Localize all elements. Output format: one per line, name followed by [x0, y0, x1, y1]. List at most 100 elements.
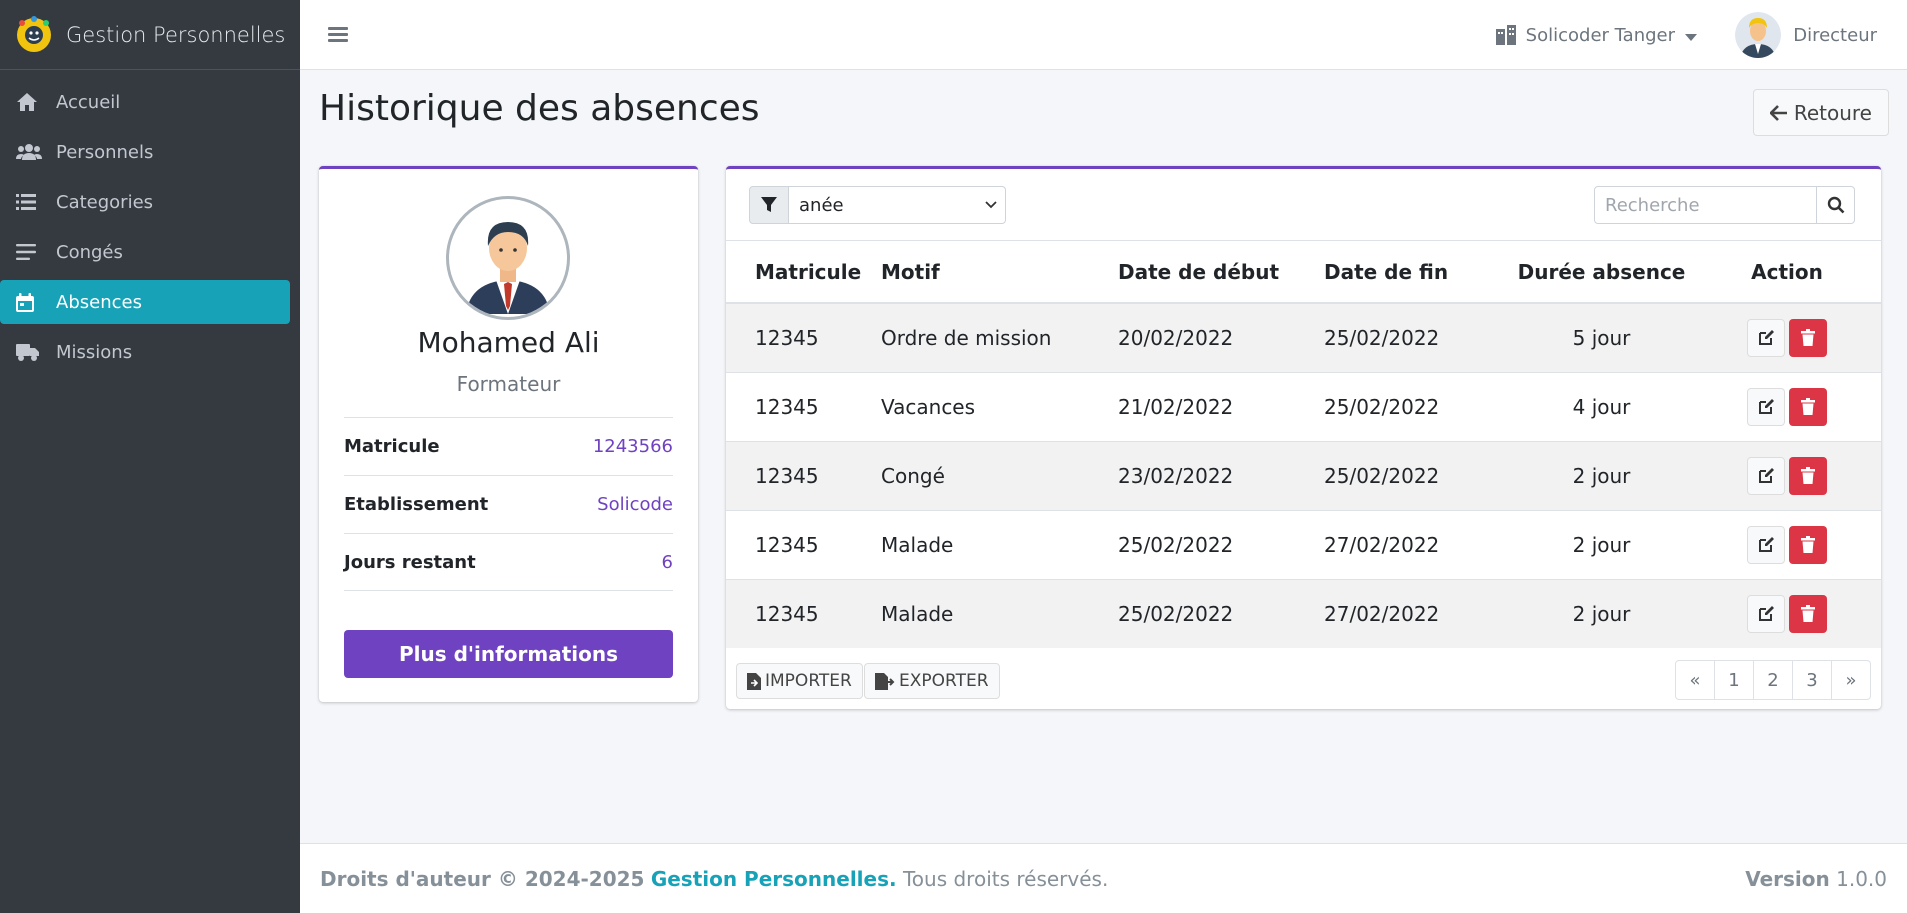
table-row: 12345 Vacances 21/02/2022 25/02/2022 4 jour [726, 371, 1881, 441]
edit-icon [1758, 399, 1774, 414]
sidebar-item-label: Accueil [56, 91, 121, 113]
version-info: Version 1.0.0 [1745, 867, 1887, 891]
delete-button[interactable] [1789, 318, 1827, 357]
sidebar-item-missions[interactable]: Missions [0, 330, 290, 374]
year-select[interactable]: anée [789, 186, 1006, 224]
truck-icon [16, 342, 46, 362]
edit-icon [1758, 537, 1774, 552]
top-navbar: Solicoder Tanger Directeur [300, 0, 1907, 70]
footer-brand-link[interactable]: Gestion Personnelles. [651, 867, 897, 891]
edit-button[interactable] [1747, 525, 1785, 564]
info-value: 6 [661, 551, 673, 573]
user-role: Directeur [1793, 24, 1877, 46]
column-header: Action [1693, 241, 1881, 304]
user-menu[interactable]: Directeur [1735, 0, 1877, 70]
page-prev[interactable]: « [1675, 660, 1715, 700]
absences-table: Matricule Motif Date de début Date de fi… [726, 241, 1881, 648]
table-toolbar: anée [726, 169, 1881, 241]
arrow-left-icon [1769, 104, 1787, 121]
cell-duree: 2 jour [1510, 509, 1693, 579]
sidebar-item-categories[interactable]: Categories [0, 180, 290, 224]
import-button[interactable]: IMPORTER [736, 663, 863, 699]
list-icon [16, 193, 46, 211]
back-button[interactable]: Retoure [1752, 89, 1889, 136]
cell-motif: Congé [881, 440, 1118, 510]
file-import-icon [747, 672, 761, 690]
table-footer: IMPORTER EXPORTER « 1 2 3 » [726, 647, 1881, 709]
profile-name: Mohamed Ali [417, 326, 600, 359]
column-header: Durée absence [1510, 241, 1693, 304]
copyright-text: Droits d'auteur © 2024-2025 [320, 866, 645, 891]
version-number: 1.0.0 [1836, 866, 1887, 891]
page-1[interactable]: 1 [1714, 660, 1754, 700]
cell-date-fin: 25/02/2022 [1324, 302, 1510, 372]
cell-date-debut: 25/02/2022 [1118, 578, 1324, 648]
table-header-row: Matricule Motif Date de début Date de fi… [726, 241, 1881, 304]
cell-actions [1693, 371, 1881, 441]
edit-icon [1758, 468, 1774, 483]
pagination: « 1 2 3 » [1675, 660, 1871, 700]
delete-button[interactable] [1789, 456, 1827, 495]
cell-duree: 2 jour [1510, 440, 1693, 510]
sidebar-item-label: Missions [56, 341, 133, 363]
profile-info-list: Matricule 1243566 Etablissement Solicode… [344, 417, 673, 591]
trash-icon [1801, 605, 1815, 623]
edit-icon [1758, 330, 1774, 346]
delete-button[interactable] [1789, 525, 1827, 564]
sidebar-item-label: Categories [56, 191, 154, 213]
copyright: Droits d'auteur © 2024-2025 Gestion Pers… [320, 867, 1108, 891]
sidebar-item-label: Absences [56, 291, 142, 313]
organization-dropdown[interactable]: Solicoder Tanger [1494, 0, 1697, 70]
edit-button[interactable] [1747, 594, 1785, 633]
export-label: EXPORTER [899, 671, 989, 691]
chevron-down-icon [985, 201, 997, 209]
column-header: Date de fin [1324, 241, 1510, 304]
app-title: Gestion Personnelles [66, 22, 286, 47]
cell-actions [1693, 440, 1881, 510]
more-info-button[interactable]: Plus d'informations [344, 630, 673, 678]
cell-date-fin: 27/02/2022 [1324, 509, 1510, 579]
info-row-etablissement: Etablissement Solicode [344, 475, 673, 533]
search-input[interactable] [1594, 186, 1817, 224]
edit-button[interactable] [1747, 456, 1785, 495]
column-header: Matricule [726, 241, 881, 304]
sidebar-item-absences[interactable]: Absences [0, 280, 290, 324]
cell-date-fin: 27/02/2022 [1324, 578, 1510, 648]
cell-motif: Malade [881, 578, 1118, 648]
trash-icon [1801, 467, 1815, 484]
edit-button[interactable] [1747, 387, 1785, 426]
delete-button[interactable] [1789, 387, 1827, 426]
table-row: 12345 Ordre de mission 20/02/2022 25/02/202… [726, 302, 1881, 372]
page-title: Historique des absences [319, 88, 760, 129]
sidebar-item-label: Personnels [56, 141, 154, 163]
cell-date-debut: 21/02/2022 [1118, 371, 1324, 441]
cell-actions [1693, 509, 1881, 579]
export-button[interactable]: EXPORTER [864, 663, 1000, 699]
cell-date-debut: 20/02/2022 [1118, 302, 1324, 372]
organization-name: Solicoder Tanger [1525, 24, 1675, 46]
hamburger-menu-icon[interactable] [328, 24, 348, 45]
delete-button[interactable] [1789, 594, 1827, 633]
page-next[interactable]: » [1831, 660, 1871, 700]
brand[interactable]: Gestion Personnelles [0, 0, 300, 70]
page-2[interactable]: 2 [1753, 660, 1793, 700]
page-3[interactable]: 3 [1792, 660, 1832, 700]
trash-icon [1801, 398, 1815, 415]
cell-date-debut: 23/02/2022 [1118, 440, 1324, 510]
sidebar-item-personnels[interactable]: Personnels [0, 130, 290, 174]
profile-card: Mohamed Ali Formateur Matricule 1243566 … [319, 166, 698, 702]
sidebar-item-label: Congés [56, 241, 123, 263]
search-button[interactable] [1817, 186, 1855, 224]
sidebar-item-accueil[interactable]: Accueil [0, 80, 290, 124]
page-footer: Droits d'auteur © 2024-2025 Gestion Pers… [300, 843, 1907, 913]
caret-down-icon [1685, 33, 1697, 41]
info-label: Matricule [344, 436, 440, 457]
year-select-value: anée [799, 194, 844, 216]
cell-matricule: 12345 [726, 302, 881, 372]
rights-text: Tous droits réservés. [902, 866, 1109, 891]
edit-button[interactable] [1747, 318, 1785, 357]
sidebar-item-conges[interactable]: Congés [0, 230, 290, 274]
table-row: 12345 Congé 23/02/2022 25/02/2022 2 jour [726, 440, 1881, 510]
edit-icon [1758, 606, 1774, 622]
cell-actions [1693, 302, 1881, 372]
